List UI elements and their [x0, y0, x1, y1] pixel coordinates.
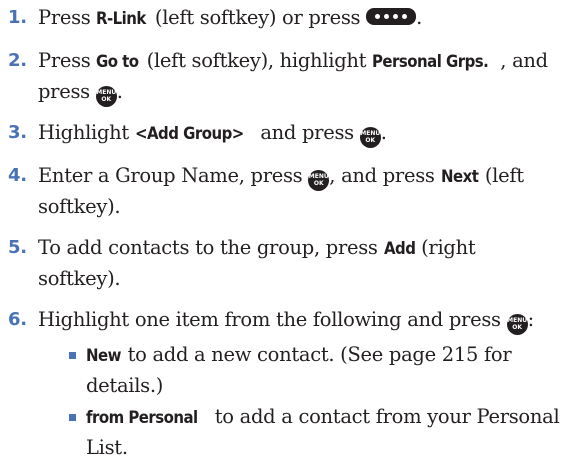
step-1: 1. Press R-Link (left softkey) or press … [0, 3, 560, 34]
r-link-key-icon [366, 8, 417, 25]
step-text: Enter a Group Name, press [38, 164, 309, 187]
step-4: 4. Enter a Group Name, press MENU OK, and… [0, 161, 560, 222]
step-3: 3. Highlight <Add Group> and press MENU O… [0, 118, 560, 149]
step-text: . [380, 121, 387, 144]
step-number: 2. [8, 50, 27, 71]
step-number: 1. [8, 7, 27, 28]
step-number: 5. [8, 237, 27, 258]
option-text: to add a new contact. (See page 215 for [121, 343, 512, 366]
step-text: (left [478, 164, 524, 187]
step-text: Highlight [38, 121, 135, 144]
softkey-label: Add [383, 239, 416, 259]
softkey-label: Next [440, 167, 479, 187]
menu-ok-key-icon: MENU OK [506, 314, 528, 335]
step-number: 4. [8, 165, 27, 186]
manual-page: 1. Press R-Link (left softkey) or press … [0, 0, 570, 463]
step-text: . [416, 6, 423, 29]
option-text: to add a contact from your Personal [208, 405, 560, 428]
menu-ok-key-icon: MENU OK [308, 170, 330, 191]
step-text: : [527, 308, 535, 331]
step-text: (left softkey) or press [149, 6, 367, 29]
step-number: 3. [8, 122, 27, 143]
option-label: New [86, 346, 121, 366]
step-text: Highlight one item from the following an… [38, 308, 507, 331]
step-text: softkey). [38, 267, 121, 290]
option-text: details.) [86, 374, 164, 397]
step-text: (left softkey), highlight [140, 49, 373, 72]
step-text: softkey). [38, 195, 121, 218]
step-text: To add contacts to the group, press [38, 236, 384, 259]
step-6: 6. Highlight one item from the following… [0, 305, 560, 335]
menu-ok-key-icon: MENU OK [95, 86, 117, 107]
bullet-icon [69, 414, 76, 421]
step-text: press [38, 80, 96, 103]
step-text: Press [38, 49, 97, 72]
softkey-label: R-Link [96, 9, 147, 29]
menu-ok-key-icon: MENU OK [359, 127, 381, 148]
menu-item-label: Personal Grps. [372, 52, 489, 72]
step-2: 2. Press Go to (left softkey), highlight… [0, 46, 560, 107]
bullet-icon [69, 352, 76, 359]
step-text: Press [38, 6, 97, 29]
softkey-label: Go to [96, 52, 139, 72]
step-text: . [116, 80, 123, 103]
step-number: 6. [8, 309, 27, 330]
list-item: New to add a new contact. (See page 215 … [0, 340, 560, 401]
step-5: 5. To add contacts to the group, press A… [0, 233, 560, 294]
menu-item-label: <Add Group> [134, 124, 244, 144]
list-item: from Personal to add a contact from your… [0, 402, 560, 463]
step-text: , and [500, 49, 548, 72]
step-text: and press [254, 121, 360, 144]
step-text: , and press [329, 164, 441, 187]
option-text: List. [86, 436, 128, 459]
option-label: from Personal [86, 408, 198, 428]
step-text: (right [415, 236, 476, 259]
